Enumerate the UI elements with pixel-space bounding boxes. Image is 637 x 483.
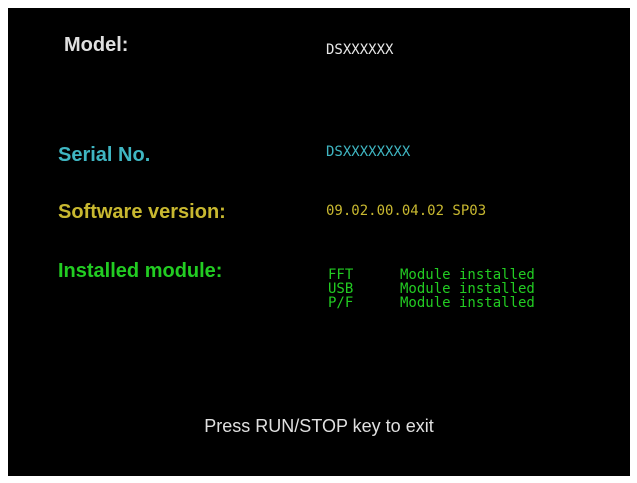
software-version-label: Software version: [58,201,226,223]
exit-hint: Press RUN/STOP key to exit [204,416,434,436]
module-name: FFT [328,267,354,283]
serial-value: DSXXXXXXXX [326,144,411,160]
system-info-screen: Model: DSXXXXXX Serial No. DSXXXXXXXX So… [8,8,630,476]
module-status: Module installed [400,281,535,297]
module-row-fft: FFT Module installed [328,268,535,282]
model-label: Model: [64,34,129,56]
installed-module-label: Installed module: [58,260,223,282]
module-row-pf: P/F Module installed [328,296,535,310]
software-version-value: 09.02.00.04.02 SP03 [326,203,487,219]
module-name: USB [328,281,354,297]
module-status: Module installed [400,295,535,311]
module-name: P/F [328,295,354,311]
module-status: Module installed [400,267,535,283]
module-row-usb: USB Module installed [328,282,535,296]
installed-module-list: FFT Module installed USB Module installe… [328,268,535,310]
serial-label: Serial No. [58,144,151,166]
model-value: DSXXXXXX [326,42,394,58]
